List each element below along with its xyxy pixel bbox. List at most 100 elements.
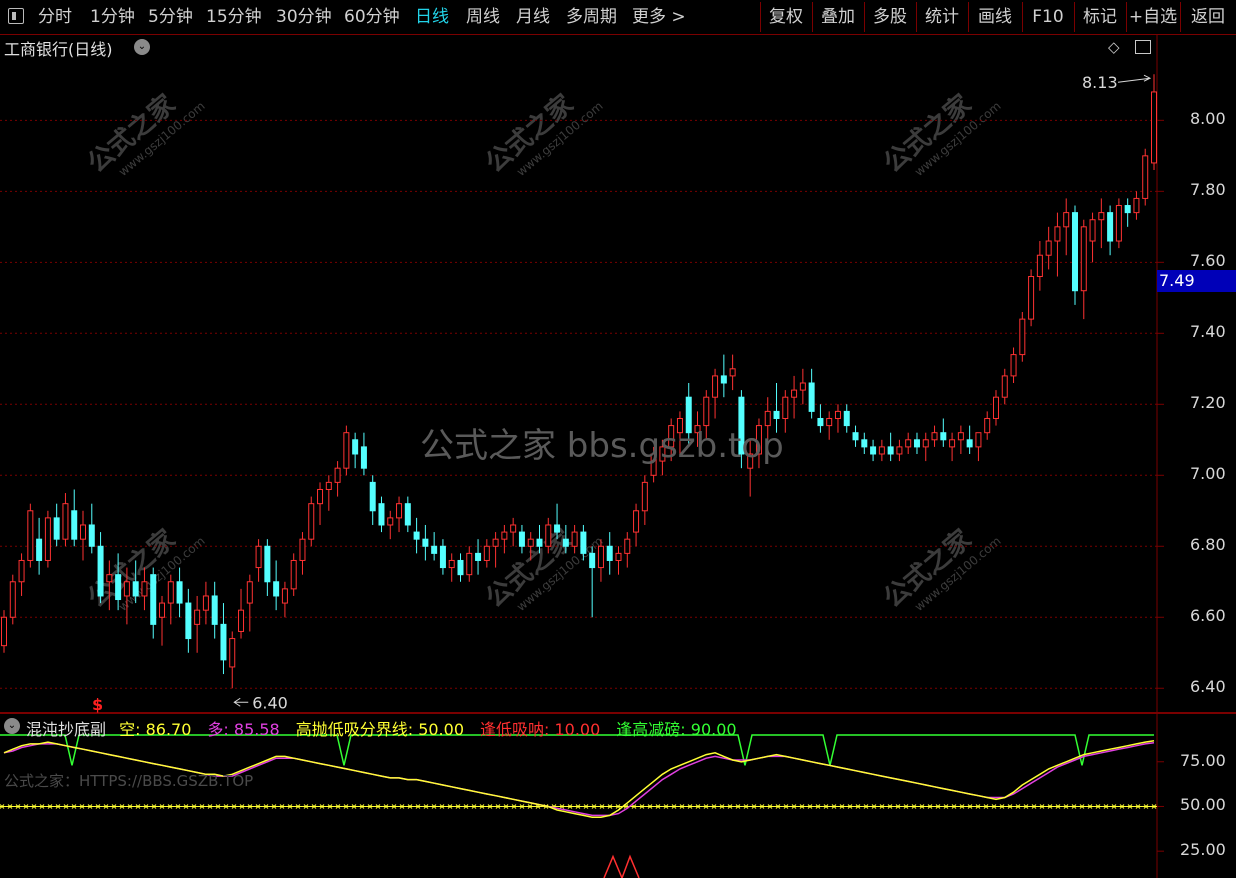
candle-body: [527, 538, 534, 547]
candle-body: [878, 446, 885, 455]
candle-body: [106, 574, 113, 583]
candle-body: [606, 545, 613, 561]
candle-body: [1107, 212, 1114, 242]
candle-body: [852, 432, 859, 441]
candle-body: [273, 581, 280, 597]
candle-body: [791, 389, 798, 398]
candle-body: [290, 559, 297, 590]
candle-body: [615, 552, 622, 561]
indicator-field-label: 逢高减磅:: [616, 720, 691, 739]
candle-body: [782, 396, 789, 419]
candle-body: [264, 545, 271, 583]
candle-body: [71, 510, 78, 540]
price-tick-label: 6.60: [1190, 606, 1226, 626]
candle-body: [308, 503, 315, 540]
indicator-field-label: 高抛低吸分界线:: [295, 720, 419, 739]
candle-body: [992, 396, 999, 419]
candle-body: [510, 524, 517, 533]
candle-body: [870, 446, 877, 455]
candle-body: [404, 503, 411, 526]
indicator-field-value: 85.58: [233, 720, 280, 739]
candle-body: [202, 595, 209, 611]
indicator-watermark: 公式之家：HTTPS://BBS.GSZB.TOP: [4, 772, 254, 790]
candle-body: [53, 517, 60, 540]
indicator-field-label: 空:: [119, 720, 146, 739]
candle-body: [1010, 354, 1017, 377]
low-price-label: 6.40: [252, 693, 288, 712]
candle-body: [826, 417, 833, 427]
candle-body: [957, 432, 964, 441]
indicator-dropdown-icon[interactable]: ⌄: [4, 718, 20, 734]
signal-marker: $: [92, 695, 103, 714]
candle-body: [905, 439, 912, 448]
indicator-field-label: 逢低吸呐:: [480, 720, 555, 739]
candle-body: [808, 382, 815, 412]
candle-body: [387, 517, 394, 526]
candle-body: [132, 581, 139, 597]
candle-body: [922, 439, 929, 448]
candle-body: [940, 432, 947, 441]
price-tick-label: 7.80: [1190, 180, 1226, 200]
panel-toggle-icon[interactable]: [1135, 40, 1151, 54]
candle-body: [220, 623, 227, 661]
candle-body: [580, 531, 587, 554]
indicator-tick-label: 75.00: [1180, 750, 1226, 770]
indicator-field-value: 86.70: [145, 720, 192, 739]
diamond-icon[interactable]: ◇: [1108, 38, 1120, 56]
candle-body: [1045, 240, 1052, 256]
price-tick-label: 7.20: [1190, 393, 1226, 413]
candle-body: [448, 559, 455, 569]
candle-body: [1115, 205, 1122, 242]
candle-body: [1124, 205, 1131, 214]
candle-body: [1151, 91, 1157, 164]
candle-body: [211, 595, 218, 625]
candle-body: [483, 545, 490, 561]
candle-body: [1036, 254, 1043, 278]
candle-body: [255, 545, 262, 569]
candle-body: [597, 545, 604, 569]
candle-body: [554, 524, 561, 533]
candle-body: [896, 446, 903, 455]
candle-body: [80, 524, 87, 540]
candle-body: [536, 538, 543, 547]
candle-body: [861, 439, 868, 448]
candle-body: [167, 581, 174, 604]
candle-body: [633, 510, 640, 533]
indicator-field-value: 10.00: [554, 720, 601, 739]
candle-body: [1080, 226, 1087, 292]
price-tick-label: 7.00: [1190, 464, 1226, 484]
candle-body: [1071, 212, 1078, 292]
indicator-field: 高抛低吸分界线: 50.00: [296, 720, 472, 739]
price-tick-label: 6.80: [1190, 535, 1226, 555]
candle-body: [501, 531, 508, 540]
candle-body: [1001, 375, 1008, 398]
indicator-field: 多: 85.58: [207, 720, 287, 739]
candle-body: [238, 609, 245, 632]
candle-body: [422, 538, 429, 547]
candle-body: [176, 581, 183, 604]
indicator-field: 空: 86.70: [119, 720, 199, 739]
candle-body: [720, 375, 727, 384]
candle-body: [44, 517, 51, 561]
candle-body: [431, 545, 438, 554]
indicator-field: 逢高减磅: 90.00: [616, 720, 744, 739]
candle-body: [159, 602, 166, 618]
candle-body: [466, 552, 473, 576]
candle-body: [1063, 212, 1070, 228]
candle-body: [641, 481, 648, 512]
candle-body: [571, 531, 578, 547]
candle-body: [413, 531, 420, 540]
candle-body: [475, 552, 482, 561]
candle-body: [36, 538, 43, 561]
candle-body: [325, 481, 332, 490]
candle-body: [1133, 197, 1140, 214]
candle-body: [378, 503, 385, 526]
high-arrow: [1117, 74, 1152, 83]
low-buy-line: [603, 854, 640, 878]
candle-body: [229, 638, 236, 668]
candle-body: [369, 481, 376, 512]
candle-body: [457, 559, 464, 576]
candle-body: [18, 559, 25, 583]
candle-body: [966, 439, 973, 448]
candle-body: [141, 581, 148, 597]
